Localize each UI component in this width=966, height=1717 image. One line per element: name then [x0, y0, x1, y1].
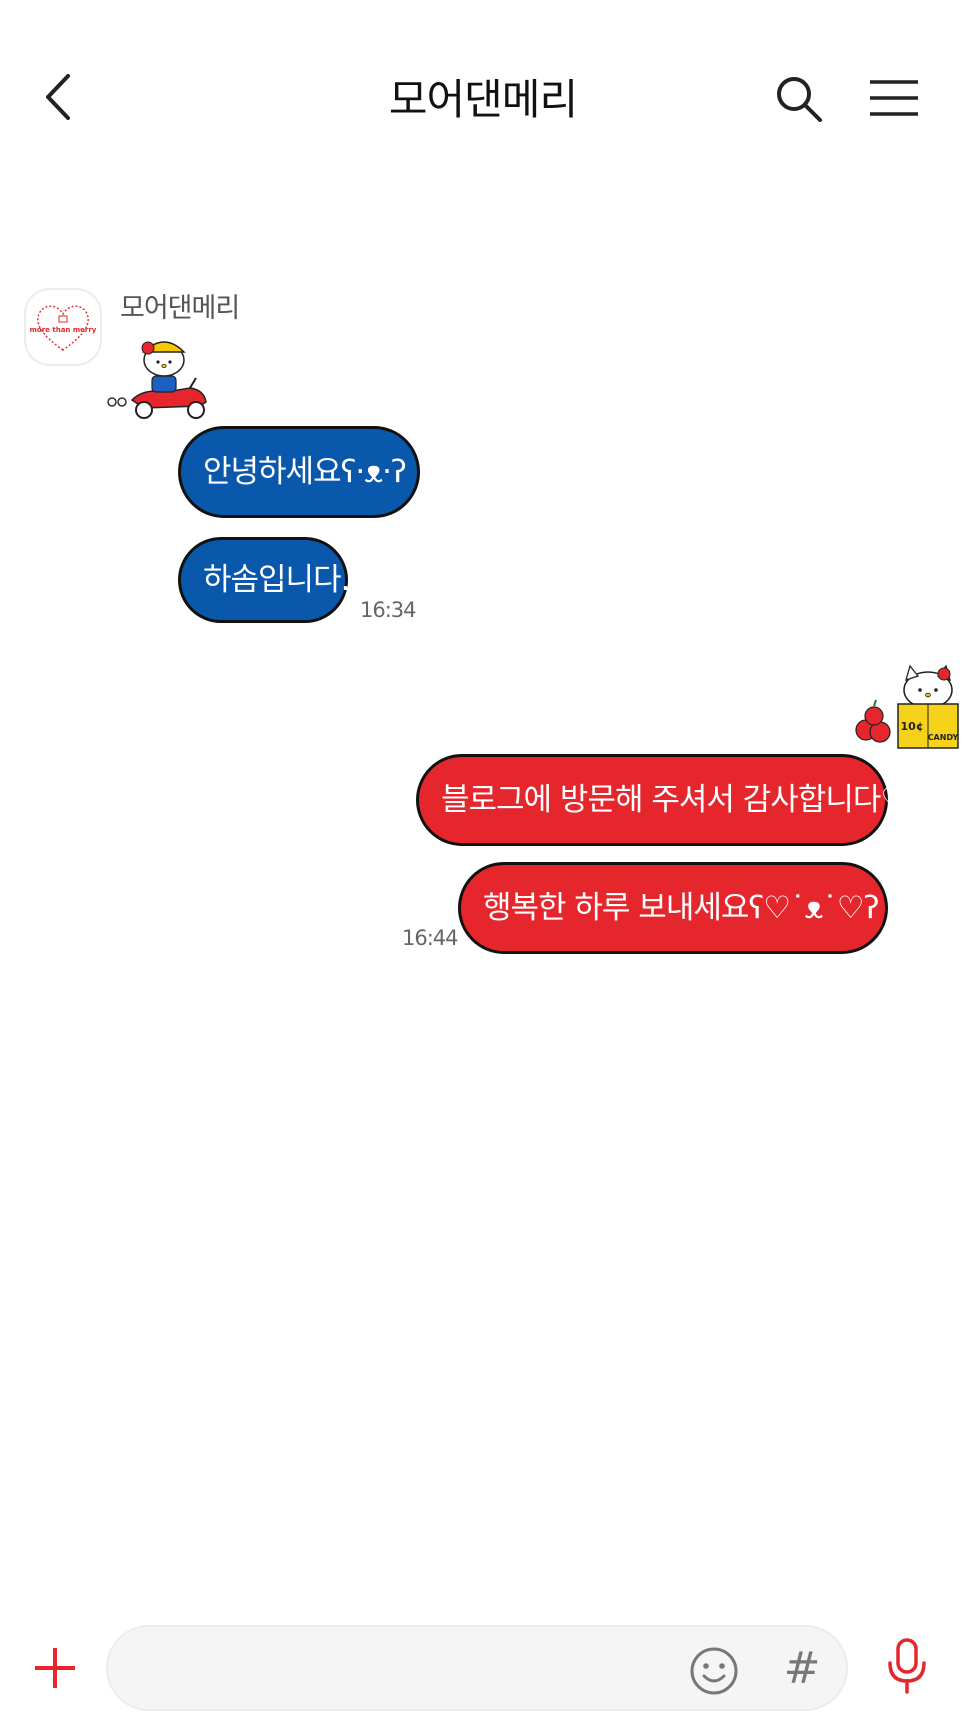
emoji-button[interactable]: [688, 1645, 740, 1697]
message-list[interactable]: more than merry 모어댄메리 안녕하세요ʕ·ᴥ·ʔ 하솜입니다. …: [0, 190, 966, 1610]
chat-header: 모어댄메리: [0, 0, 966, 190]
outgoing-message[interactable]: 행복한 하루 보내세요ʕ♡˙ᴥ˙♡ʔ: [458, 862, 888, 954]
incoming-message[interactable]: 하솜입니다.: [178, 537, 350, 623]
sender-name: 모어댄메리: [120, 293, 240, 324]
message-input-container[interactable]: #: [106, 1625, 848, 1711]
sticker-incoming[interactable]: [104, 330, 216, 420]
message-input[interactable]: [134, 1645, 694, 1691]
outgoing-message[interactable]: 블로그에 방문해 주셔서 감사합니다♡: [416, 754, 908, 846]
microphone-icon: [888, 1638, 926, 1694]
hello-kitty-scooter-sticker: [107, 341, 207, 419]
hello-kitty-candy-bag-sticker: 10¢ CANDY: [855, 664, 959, 749]
menu-button[interactable]: [866, 76, 922, 120]
voice-button[interactable]: [886, 1637, 928, 1695]
attach-button[interactable]: [32, 1645, 78, 1691]
hamburger-menu-icon: [870, 80, 918, 116]
message-composer: #: [0, 1617, 966, 1717]
emoji-icon: [690, 1647, 738, 1695]
sticker-price-text: 10¢: [901, 720, 924, 733]
sticker-candy-text: CANDY: [928, 733, 959, 742]
chat-screen: 모어댄메리 more than merry 모어댄메리 안녕하세요ʕ·ᴥ·ʔ 하…: [0, 0, 966, 1717]
logo-text: more than merry: [30, 326, 97, 334]
plus-icon: [35, 1648, 75, 1688]
more-than-merry-logo: more than merry: [30, 305, 97, 351]
sticker-outgoing[interactable]: 10¢ CANDY: [852, 660, 962, 752]
message-timestamp: 16:44: [402, 926, 459, 950]
message-timestamp: 16:34: [360, 598, 417, 622]
hashtag-button[interactable]: #: [780, 1641, 824, 1697]
search-button[interactable]: [772, 72, 826, 126]
incoming-message[interactable]: 안녕하세요ʕ·ᴥ·ʔ: [178, 426, 420, 518]
sender-avatar[interactable]: more than merry: [24, 288, 102, 366]
search-icon: [777, 77, 822, 122]
